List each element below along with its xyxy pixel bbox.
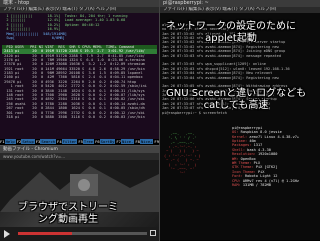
play-icon[interactable]	[4, 230, 10, 238]
caption-speed: GNU Screenと違いログなども catしても高速	[166, 88, 306, 112]
caption-streaming-line1: ブラウザでストリーミ	[18, 202, 118, 214]
caption-network: ネットワークの設定のために applet起動	[166, 21, 296, 45]
htop-line: 2413 pi 20 0 191M 51720 2288 S 19.3 2.7 …	[2, 49, 157, 53]
fkey-label[interactable]: Nice-	[121, 139, 134, 144]
terminal-output[interactable]: almost entirely for free routing and URI…	[160, 13, 320, 240]
fkey-label[interactable]: Nice+	[140, 139, 153, 144]
system-info: pi@raspberrypiOS: Raspbian 8.0 jessieKer…	[232, 126, 299, 187]
browser-address-bar[interactable]: www.youtube.com/watch?v=...	[0, 153, 159, 160]
logo-line: '. \ ' ' / .'	[164, 136, 201, 140]
caption-network-line2: applet起動	[166, 33, 296, 45]
raspberry-logo-icon: .~~. .~~. '. \ ' ' / .' .~ .~~~..~. : .~…	[164, 132, 201, 176]
browser-titlebar[interactable]: 動画ファイル - Chromium	[0, 146, 159, 153]
fkey-label[interactable]: Search	[40, 139, 56, 144]
htop-line: 1 root 20 0 5428 4012 2772 S 0.0 0.2 0:0…	[2, 84, 157, 88]
caption-streaming-line2: ング動画再生	[18, 214, 118, 226]
fkey-label[interactable]: Filter	[62, 139, 78, 144]
video-progress-bar[interactable]	[18, 232, 147, 235]
fkey-f1[interactable]: F1	[0, 139, 5, 144]
sysinfo-line: RAM: 131MB / 782MB	[232, 183, 299, 187]
fullscreen-icon[interactable]	[150, 230, 156, 236]
logo-line: ~ .~ ( ) ~. ~	[164, 158, 201, 162]
htop-line: 318 pi 20 0 5880 3508 3116 S 0.0 0.2 0:0…	[2, 115, 157, 119]
fkey-f4[interactable]: F4	[57, 139, 62, 144]
right-terminal-window[interactable]: pi@raspberrypi: ~ ファイル(F) 編集(E) 表示(V) 端末…	[160, 0, 320, 240]
caption-speed-line2: catしても高速	[166, 100, 306, 112]
logo-line: '~'	[164, 171, 201, 175]
screenfetch-output: .~~. .~~. '. \ ' ' / .' .~ .~~~..~. : .~…	[162, 124, 318, 194]
htop-output[interactable]: 1 [||||||||| 18.1%] Tasks: 84, 204 thr; …	[0, 13, 159, 145]
caption-network-line1: ネットワークの設定のために	[166, 21, 296, 33]
htop-line: 267 root 20 0 2844 1800 1624 S 0.0 0.1 0…	[2, 106, 157, 110]
fkey-label[interactable]: Setup	[21, 139, 34, 144]
video-controls	[0, 227, 159, 241]
caption-speed-line1: GNU Screenと違いログなども	[166, 88, 306, 100]
fkey-label[interactable]: Tree	[83, 139, 94, 144]
fkey-f6[interactable]: F6	[95, 139, 100, 144]
fkey-label[interactable]: SortBy	[100, 139, 116, 144]
window-titlebar[interactable]: pi@raspberrypi: ~	[160, 0, 320, 7]
fkey-label[interactable]: Help	[5, 139, 16, 144]
window-titlebar[interactable]: 端末 - htop	[0, 0, 159, 7]
video-browser-window[interactable]: 動画ファイル - Chromium www.youtube.com/watch?…	[0, 145, 160, 241]
htop-terminal-window[interactable]: 端末 - htop ファイル(F) 編集(E) 表示(V) 端末(T) タブ(A…	[0, 0, 160, 145]
caption-streaming: ブラウザでストリーミ ング動画再生	[18, 202, 118, 226]
